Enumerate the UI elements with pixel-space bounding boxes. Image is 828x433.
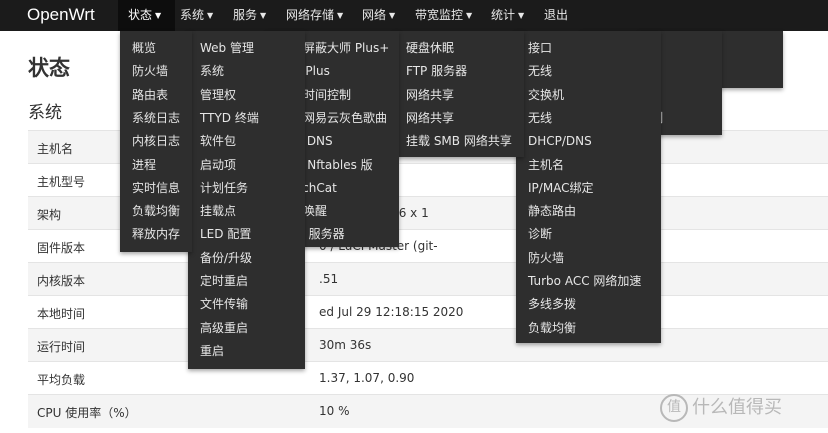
row-value: ed Jul 29 12:18:15 2020 xyxy=(319,305,464,319)
network-menu-item[interactable]: 防火墙 xyxy=(516,247,661,270)
system-menu-item[interactable]: 重启 xyxy=(188,340,305,363)
system-menu-item[interactable]: 管理权 xyxy=(188,84,305,107)
nav-stats[interactable]: 统计 ▼ xyxy=(491,0,524,31)
system-menu-item[interactable]: LED 配置 xyxy=(188,223,305,246)
row-label: 主机型号 xyxy=(37,175,86,189)
chevron-down-icon: ▼ xyxy=(389,11,396,20)
nav-label: 退出 xyxy=(544,8,569,22)
status-dropdown-menu: 概览 防火墙 路由表 系统日志 内核日志 进程 实时信息 负载均衡 释放内存 xyxy=(120,31,192,252)
top-navbar: OpenWrt 状态 ▼ 系统 ▼ 服务 ▼ 网络存储 ▼ 网络 ▼ 带宽监控 ▼ 统计 ▼ … xyxy=(0,0,828,31)
system-menu-item[interactable]: 计划任务 xyxy=(188,177,305,200)
nav-label: 系统 xyxy=(180,8,205,22)
status-menu-item[interactable]: 进程 xyxy=(120,154,192,177)
network-menu-item[interactable]: DHCP/DNS xyxy=(516,130,661,153)
status-menu-item[interactable]: 防火墙 xyxy=(120,60,192,83)
table-row: 平均负载 1.37, 1.07, 0.90 xyxy=(28,361,828,395)
chevron-down-icon: ▼ xyxy=(337,11,344,20)
system-menu-item[interactable]: 软件包 xyxy=(188,130,305,153)
status-menu-item[interactable]: 路由表 xyxy=(120,84,192,107)
network-menu-item[interactable]: 诊断 xyxy=(516,223,661,246)
network-menu-item[interactable]: 主机名 xyxy=(516,154,661,177)
system-menu-item[interactable]: TTYD 终端 xyxy=(188,107,305,130)
nav-nas[interactable]: 网络存储 ▼ xyxy=(286,0,343,31)
nav-label: 带宽监控 xyxy=(415,8,464,22)
nas-dropdown-menu: 硬盘休眠 FTP 服务器 网络共享 网络共享 挂载 SMB 网络共享 xyxy=(394,31,524,157)
system-menu-item[interactable]: 系统 xyxy=(188,60,305,83)
row-label: 固件版本 xyxy=(37,241,86,255)
system-dropdown-menu: Web 管理 系统 管理权 TTYD 终端 软件包 启动项 计划任务 挂载点 LED 配置 备份/… xyxy=(188,31,305,369)
system-menu-item[interactable]: Web 管理 xyxy=(188,37,305,60)
table-row: 内核版本 .51 xyxy=(28,262,828,296)
nav-label: 网络存储 xyxy=(286,8,335,22)
nav-label: 网络 xyxy=(362,8,387,22)
network-menu-item[interactable]: 交换机 xyxy=(516,84,661,107)
nav-logout[interactable]: 退出 xyxy=(544,0,568,31)
chevron-down-icon: ▼ xyxy=(466,11,473,20)
row-label: 架构 xyxy=(37,208,62,222)
nav-label: 统计 xyxy=(491,8,516,22)
network-menu-item[interactable]: 静态路由 xyxy=(516,200,661,223)
system-menu-item[interactable]: 定时重启 xyxy=(188,270,305,293)
nas-menu-item[interactable]: 硬盘休眠 xyxy=(394,37,524,60)
section-title: 系统 xyxy=(28,103,62,123)
system-menu-item[interactable]: 挂载点 xyxy=(188,200,305,223)
nas-menu-item[interactable]: 网络共享 xyxy=(394,84,524,107)
system-menu-item[interactable]: 高级重启 xyxy=(188,317,305,340)
nav-label: 服务 xyxy=(233,8,258,22)
nav-services[interactable]: 服务 ▼ xyxy=(233,0,266,31)
status-menu-item[interactable]: 实时信息 xyxy=(120,177,192,200)
row-value: 30m 36s xyxy=(319,338,372,352)
network-menu-item[interactable]: Turbo ACC 网络加速 xyxy=(516,270,661,293)
row-label: 内核版本 xyxy=(37,274,86,288)
row-label: 运行时间 xyxy=(37,340,86,354)
status-menu-item[interactable]: 概览 xyxy=(120,37,192,60)
network-menu-item[interactable]: 无线 xyxy=(516,60,661,83)
network-menu-item[interactable]: 无线 xyxy=(516,107,661,130)
network-menu-item[interactable]: 负载均衡 xyxy=(516,317,661,340)
table-row: 运行时间 30m 36s xyxy=(28,328,828,362)
network-menu-item[interactable]: IP/MAC绑定 xyxy=(516,177,661,200)
nas-menu-item[interactable]: 网络共享 xyxy=(394,107,524,130)
chevron-down-icon: ▼ xyxy=(155,11,162,20)
table-row: 本地时间 ed Jul 29 12:18:15 2020 xyxy=(28,295,828,329)
row-label: 本地时间 xyxy=(37,307,86,321)
nas-menu-item[interactable]: 挂载 SMB 网络共享 xyxy=(394,130,524,153)
chevron-down-icon: ▼ xyxy=(260,11,267,20)
system-menu-item[interactable]: 备份/升级 xyxy=(188,247,305,270)
watermark-text: 什么值得买 xyxy=(692,397,782,418)
chevron-down-icon: ▼ xyxy=(518,11,525,20)
system-menu-item[interactable]: 文件传输 xyxy=(188,293,305,316)
nav-network[interactable]: 网络 ▼ xyxy=(362,0,395,31)
nav-status[interactable]: 状态 ▼ xyxy=(118,0,175,31)
watermark: 值什么值得买 xyxy=(660,393,782,422)
nav-label: 状态 xyxy=(128,8,153,22)
row-value: 10 % xyxy=(319,404,350,418)
nav-bandwidth[interactable]: 带宽监控 ▼ xyxy=(415,0,472,31)
nas-menu-item[interactable]: FTP 服务器 xyxy=(394,60,524,83)
network-menu-item[interactable]: 接口 xyxy=(516,37,661,60)
network-menu-item[interactable]: 多线多拨 xyxy=(516,293,661,316)
network-dropdown-menu: 接口 无线 交换机 无线 DHCP/DNS 主机名 IP/MAC绑定 静态路由 诊断 防火墙 Tur… xyxy=(516,31,661,343)
row-value: .51 xyxy=(319,272,339,286)
status-menu-item[interactable]: 内核日志 xyxy=(120,130,192,153)
row-label: CPU 使用率（%） xyxy=(37,406,137,420)
row-label: 平均负载 xyxy=(37,373,86,387)
row-value: 1.37, 1.07, 0.90 xyxy=(319,371,415,385)
chevron-down-icon: ▼ xyxy=(207,11,214,20)
nav-system[interactable]: 系统 ▼ xyxy=(180,0,213,31)
brand-logo[interactable]: OpenWrt xyxy=(27,3,95,27)
system-menu-item[interactable]: 启动项 xyxy=(188,154,305,177)
status-menu-item[interactable]: 释放内存 xyxy=(120,223,192,246)
row-label: 主机名 xyxy=(37,142,74,156)
status-menu-item[interactable]: 负载均衡 xyxy=(120,200,192,223)
smzdm-logo-icon: 值 xyxy=(660,394,688,422)
page-title: 状态 xyxy=(28,56,70,80)
status-menu-item[interactable]: 系统日志 xyxy=(120,107,192,130)
